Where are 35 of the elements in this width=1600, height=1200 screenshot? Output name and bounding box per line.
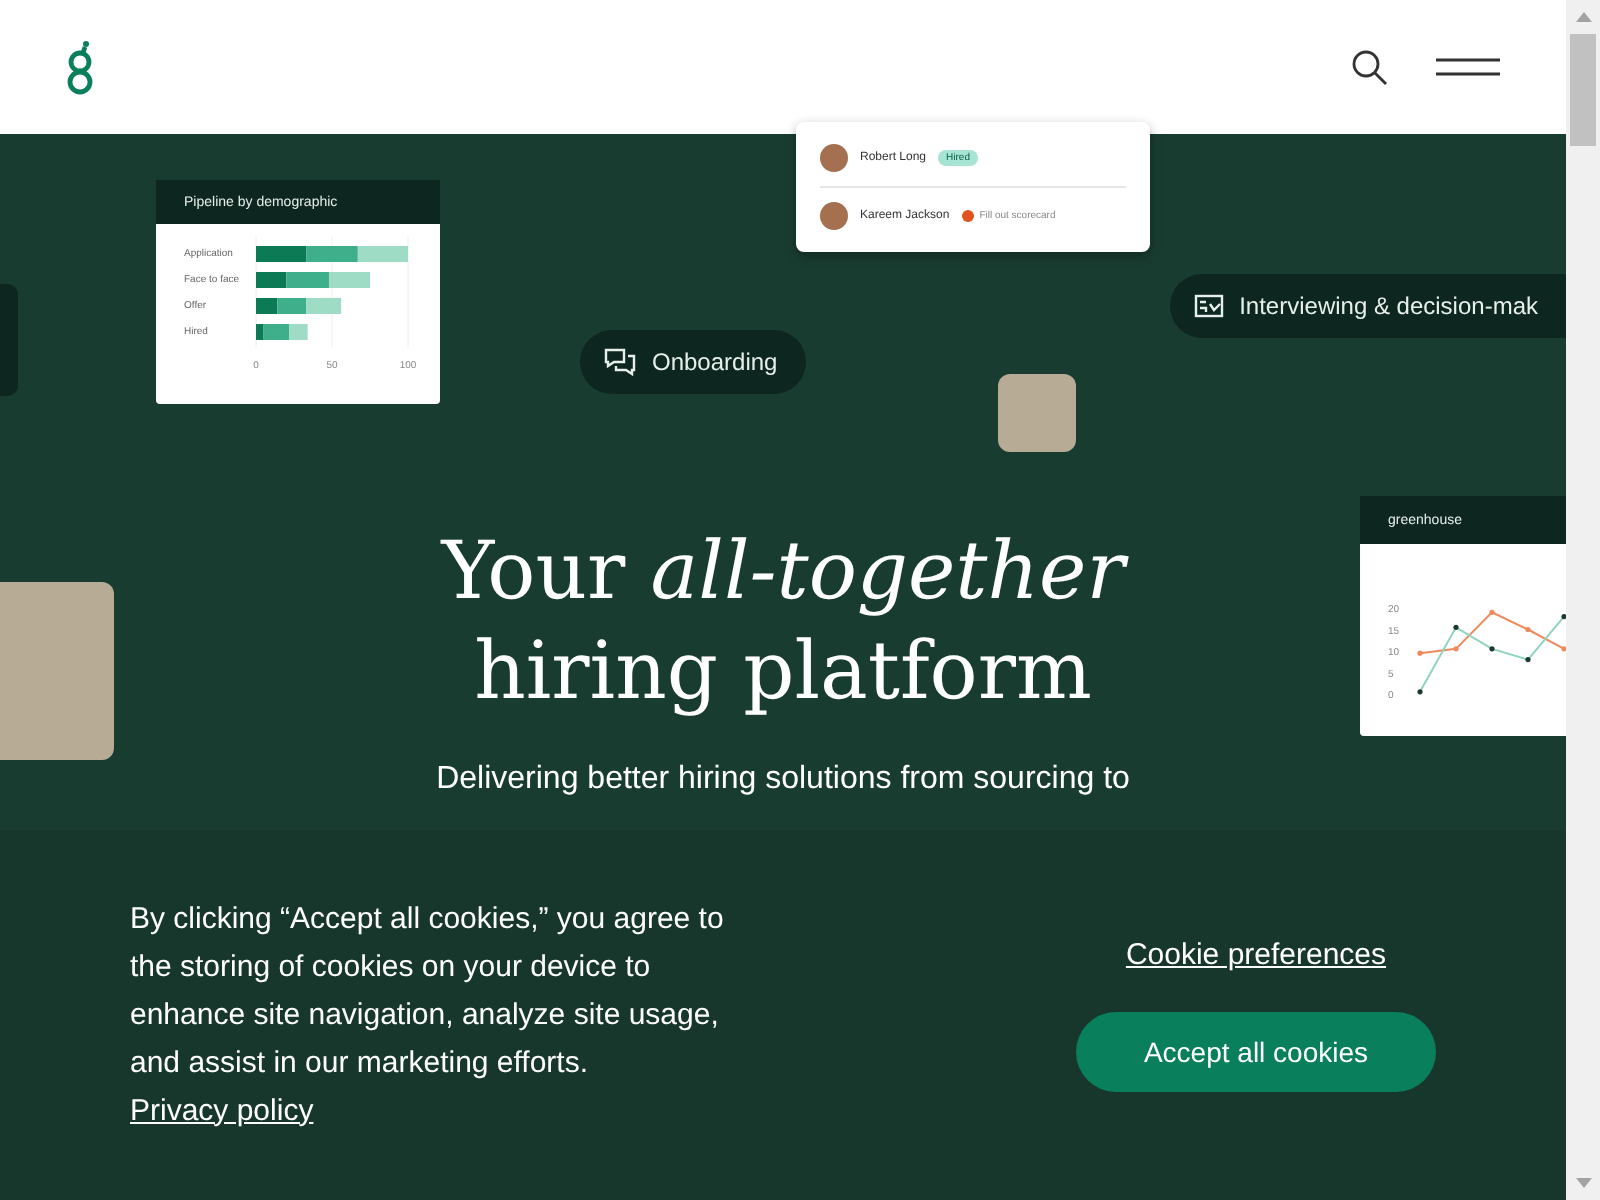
data-point xyxy=(1525,626,1531,633)
search-icon xyxy=(1352,49,1388,85)
cookie-preferences-link[interactable]: Cookie preferences xyxy=(1125,938,1387,972)
hero-title: Your all-together xyxy=(441,526,1125,618)
scroll-down-icon[interactable] xyxy=(1575,1178,1591,1188)
logo-icon[interactable] xyxy=(62,37,98,97)
data-point xyxy=(1561,646,1566,652)
menu-icon xyxy=(1436,58,1500,76)
avatar xyxy=(820,202,848,230)
pill-label: Interviewing & decision-mak xyxy=(1239,292,1538,320)
data-point xyxy=(1525,657,1531,663)
menu-button[interactable] xyxy=(1436,58,1500,76)
data-point xyxy=(1453,646,1459,652)
data-point xyxy=(1453,624,1459,630)
scroll-up-icon[interactable] xyxy=(1575,12,1591,22)
accept-cookies-button[interactable]: Accept all cookies xyxy=(1076,1012,1436,1092)
data-point xyxy=(1489,646,1495,652)
speech-bubbles-icon xyxy=(604,348,636,376)
avatar xyxy=(820,144,848,172)
chart-board-icon xyxy=(1193,294,1224,318)
search-button[interactable] xyxy=(1352,49,1388,85)
feature-pill[interactable]: Onboarding xyxy=(580,330,806,394)
photo-placeholder xyxy=(998,374,1076,452)
data-point xyxy=(1417,650,1423,656)
scroll-thumb[interactable] xyxy=(1570,34,1596,146)
hero-title: hiring platform xyxy=(474,626,1092,718)
hero-subtitle: Delivering better hiring solutions from sourcing to xyxy=(436,762,1130,798)
data-point xyxy=(1417,689,1423,695)
scrollbar[interactable] xyxy=(1566,0,1600,1200)
privacy-policy-link[interactable]: Privacy policy xyxy=(130,1093,314,1127)
cookie-notice: By clicking “Accept all cookies,” you agree to the storing of cookies on your device to enhance site navigation, analyze site usage, and assist in our marketing efforts. Privacy policy xyxy=(130,899,726,1131)
data-point xyxy=(1489,609,1495,615)
pill-label: Onboarding xyxy=(652,348,778,376)
feature-pill[interactable]: Interviewing & decision-mak xyxy=(1169,274,1566,338)
data-point xyxy=(1561,614,1566,620)
